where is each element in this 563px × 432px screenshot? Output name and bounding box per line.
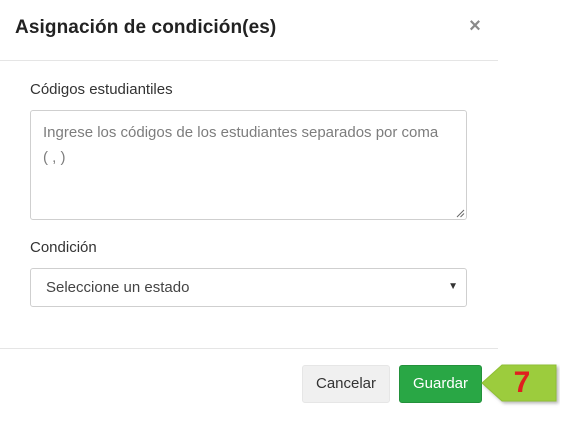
modal-title: Asignación de condición(es) (15, 17, 277, 38)
modal-footer: Cancelar Guardar (0, 348, 498, 432)
page: Asignación de condición(es) × Códigos es… (0, 0, 563, 432)
condition-select[interactable]: Seleccione un estado ▼ (30, 268, 467, 307)
student-codes-label: Códigos estudiantiles (30, 81, 173, 98)
close-icon[interactable]: × (466, 15, 484, 37)
modal-body: Códigos estudiantiles Ingrese los código… (0, 61, 498, 348)
student-codes-textarea[interactable]: Ingrese los códigos de los estudiantes s… (30, 110, 467, 220)
modal-header: Asignación de condición(es) × (0, 0, 498, 61)
student-codes-placeholder: Ingrese los códigos de los estudiantes s… (43, 124, 439, 166)
condition-assignment-modal: Asignación de condición(es) × Códigos es… (0, 0, 498, 432)
save-button[interactable]: Guardar (399, 365, 482, 403)
caret-down-icon: ▼ (448, 281, 458, 292)
step-number: 7 (513, 366, 531, 399)
condition-label: Condición (30, 239, 97, 256)
condition-select-value: Seleccione un estado (46, 279, 190, 296)
resize-grip-icon[interactable] (456, 209, 465, 218)
cancel-button[interactable]: Cancelar (302, 365, 390, 403)
